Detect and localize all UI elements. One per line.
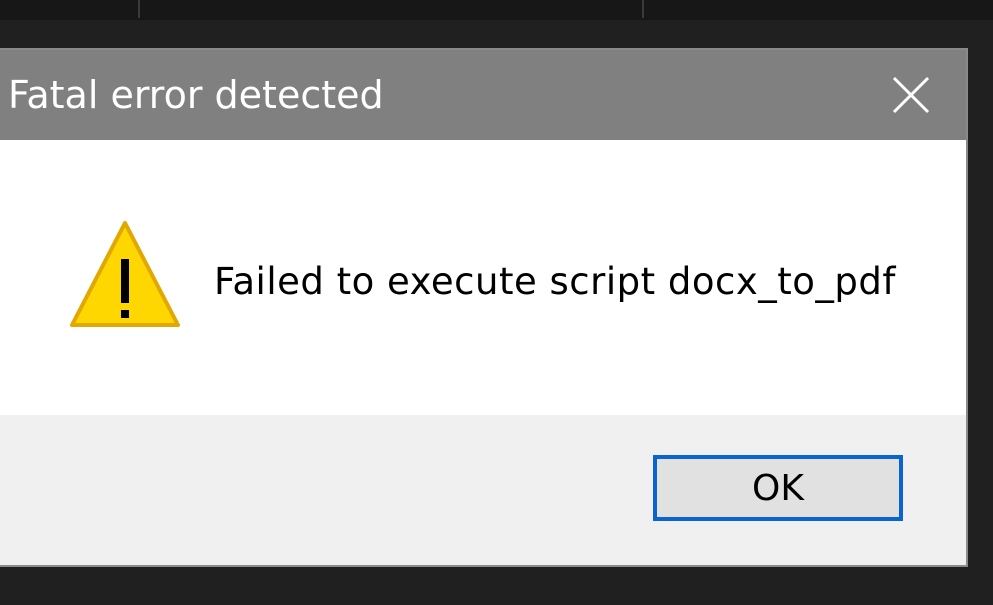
ok-button[interactable]: OK [653,455,903,521]
close-icon [892,76,930,114]
error-message: Failed to execute script docx_to_pdf [214,260,896,303]
dialog-footer: OK [0,415,966,565]
warning-icon [70,221,180,327]
error-dialog: Fatal error detected Failed to execute s… [0,50,966,565]
dialog-titlebar[interactable]: Fatal error detected [0,50,966,140]
strip-divider [138,0,140,18]
background-window-strip [0,0,993,20]
dialog-content: Failed to execute script docx_to_pdf [0,140,966,415]
dialog-title: Fatal error detected [8,73,384,117]
close-button[interactable] [856,50,966,140]
strip-divider [642,0,644,18]
